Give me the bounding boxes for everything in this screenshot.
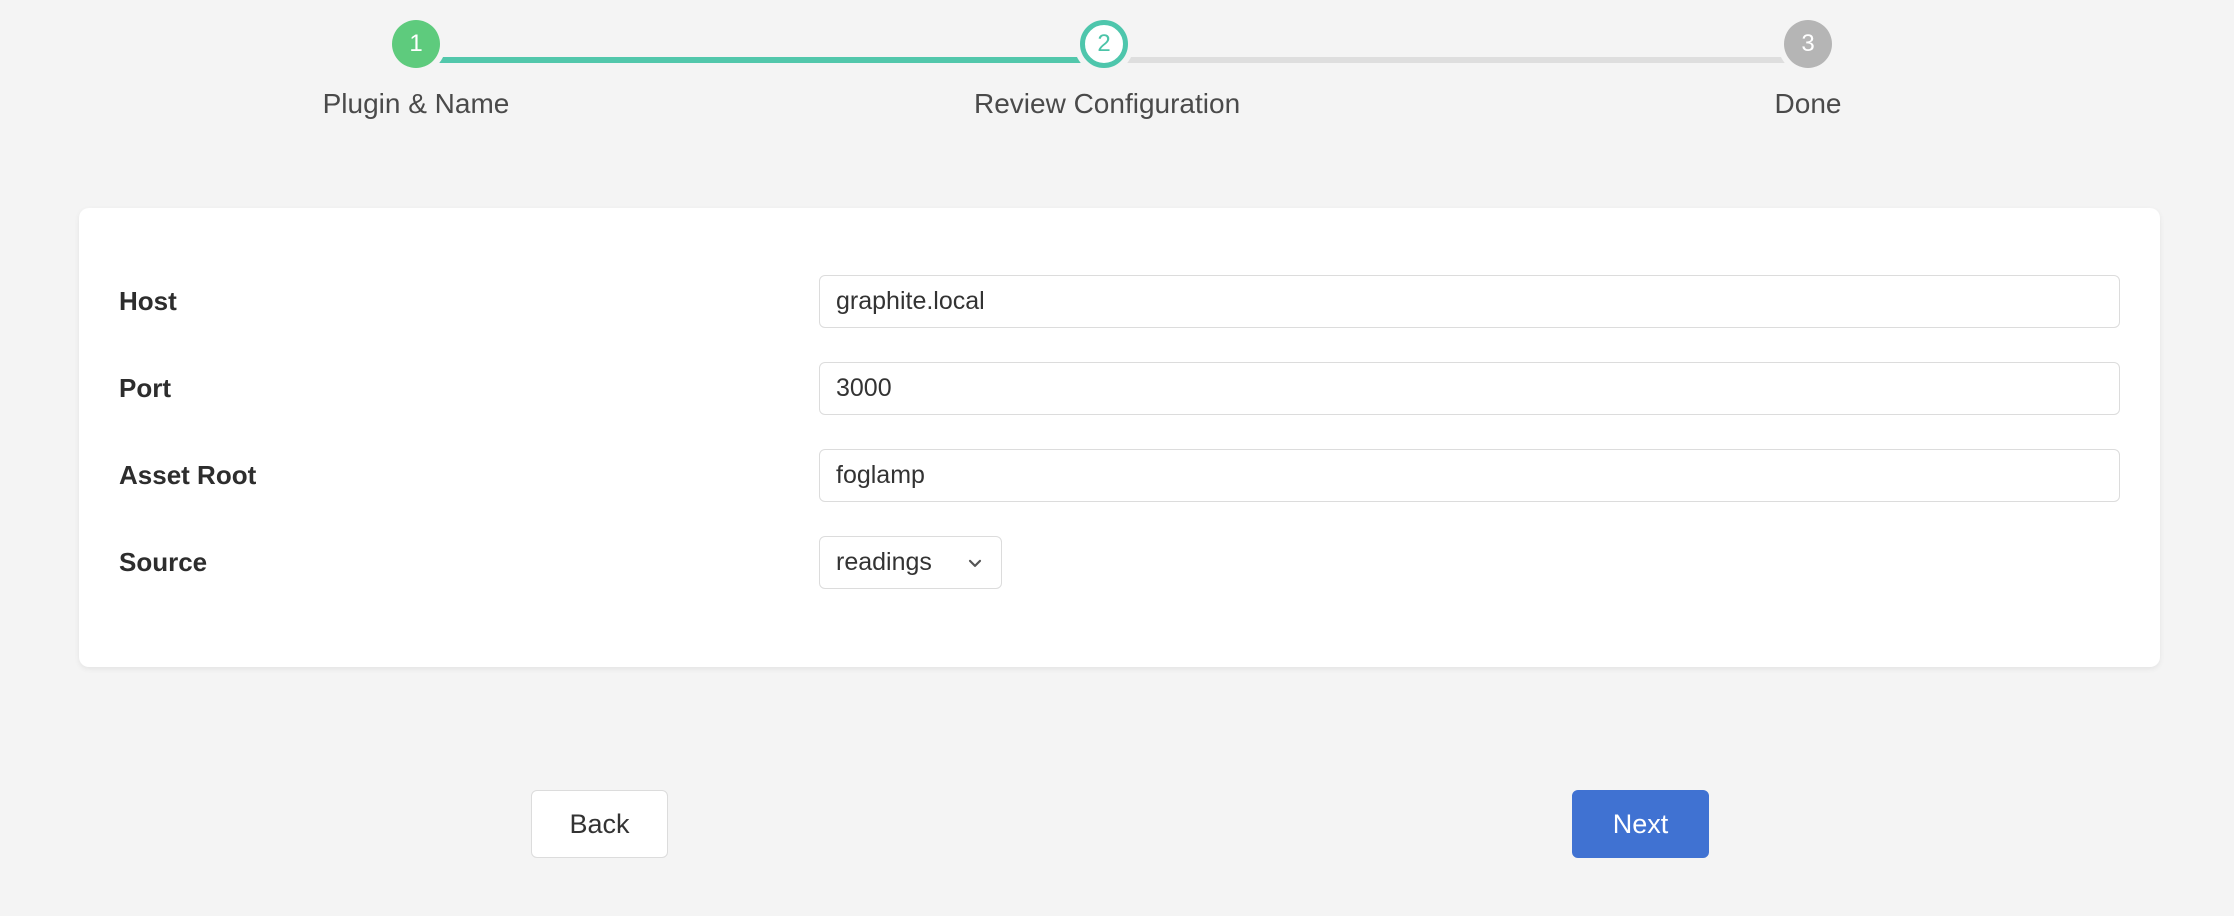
step-2-number: 2 [1097,30,1110,58]
port-control [819,362,2120,415]
configuration-form: Host Port Asset Root Source readings [79,208,2160,556]
stepper-step-1[interactable]: 1 Plugin & Name [286,20,546,120]
source-label: Source [119,547,719,578]
step-3-label: Done [1678,88,1938,120]
step-2-circle[interactable]: 2 [1080,20,1128,68]
source-select-wrap: readings [819,536,1002,589]
source-control: readings [819,536,1002,589]
step-3-number: 3 [1801,30,1814,58]
port-input[interactable] [819,362,2120,415]
stepper-step-3[interactable]: 3 Done [1678,20,1938,120]
asset-root-input[interactable] [819,449,2120,502]
step-3-circle[interactable]: 3 [1784,20,1832,68]
wizard-stepper: 1 Plugin & Name 2 Review Configuration 3… [0,0,2234,160]
back-button[interactable]: Back [531,790,668,858]
chevron-down-icon [965,553,985,573]
asset-root-control [819,449,2120,502]
host-label: Host [119,286,719,317]
host-input[interactable] [819,275,2120,328]
source-select-value: readings [836,548,965,577]
port-label: Port [119,373,719,404]
step-1-number: 1 [409,30,422,58]
host-control [819,275,2120,328]
form-row-source: Source readings [79,519,2160,606]
next-button[interactable]: Next [1572,790,1709,858]
stepper-step-2[interactable]: 2 Review Configuration [974,20,1234,120]
form-row-asset-root: Asset Root [79,432,2160,519]
source-select[interactable]: readings [819,536,1002,589]
step-2-label: Review Configuration [974,88,1234,120]
asset-root-label: Asset Root [119,460,719,491]
step-1-label: Plugin & Name [286,88,546,120]
form-row-port: Port [79,345,2160,432]
wizard-footer: Back Next [0,790,2234,880]
step-1-circle[interactable]: 1 [392,20,440,68]
form-row-host: Host [79,258,2160,345]
configuration-card: Host Port Asset Root Source readings [79,208,2160,667]
